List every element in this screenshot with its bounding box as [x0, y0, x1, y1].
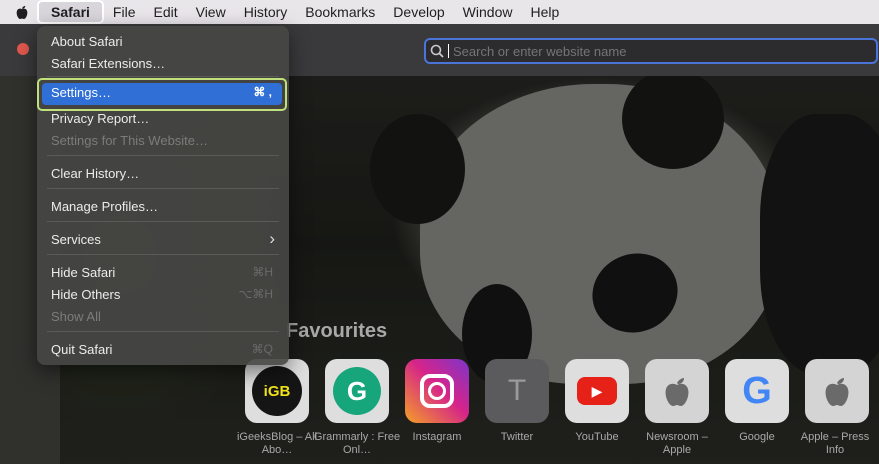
favourite-tile-apple-press-info[interactable]: [805, 359, 869, 423]
menu-separator: [47, 188, 279, 189]
favourite-label: iGeeksBlog – All Abo…: [236, 431, 318, 456]
macos-menu-bar: Safari File Edit View History Bookmarks …: [0, 0, 879, 24]
youtube-icon: ▶: [577, 377, 617, 405]
menu-separator: [47, 155, 279, 156]
quit-safari-shortcut: ⌘Q: [251, 342, 273, 356]
twitter-letter-icon: T: [507, 374, 527, 407]
instagram-icon: [420, 374, 454, 408]
google-icon: G: [742, 369, 772, 412]
menu-item-hide-safari[interactable]: Hide Safari: [51, 264, 115, 282]
menu-item-manage-profiles[interactable]: Manage Profiles…: [51, 198, 158, 216]
settings-highlight-outline: Settings… ⌘ ,: [37, 78, 287, 111]
chevron-right-icon: ›: [269, 229, 275, 248]
menu-item-hide-others[interactable]: Hide Others: [51, 286, 120, 304]
menu-separator: [47, 254, 279, 255]
favourite-label: Apple – Press Info: [800, 431, 870, 456]
favourite-label: Instagram: [412, 431, 462, 443]
settings-shortcut: ⌘ ,: [253, 85, 272, 99]
menu-file[interactable]: File: [104, 1, 145, 23]
menu-separator: [47, 76, 279, 77]
menu-item-settings-label: Settings…: [51, 85, 111, 100]
igeeksblog-icon: iGB: [252, 366, 302, 416]
menu-item-settings-for-website: Settings for This Website…: [51, 133, 209, 148]
menu-item-safari-extensions[interactable]: Safari Extensions…: [51, 55, 165, 73]
menu-edit[interactable]: Edit: [144, 1, 186, 23]
window-close-button[interactable]: [17, 43, 29, 55]
menu-history[interactable]: History: [235, 1, 297, 23]
hide-others-shortcut: ⌥⌘H: [238, 287, 274, 301]
menu-item-settings[interactable]: Settings… ⌘ ,: [42, 83, 282, 105]
favourite-tile-igeeksblog[interactable]: iGB: [245, 359, 309, 423]
menu-item-show-all: Show All: [51, 309, 101, 324]
menu-item-about-safari[interactable]: About Safari: [51, 33, 123, 51]
menu-item-privacy-report[interactable]: Privacy Report…: [51, 110, 149, 128]
apple-icon: [665, 378, 689, 406]
menu-item-services[interactable]: Services: [51, 231, 101, 249]
favourite-label: Twitter: [500, 431, 534, 443]
safari-menu-dropdown: About Safari Safari Extensions… Settings…: [37, 26, 289, 365]
favourite-tile-instagram[interactable]: [405, 359, 469, 423]
grammarly-icon: G: [333, 367, 381, 415]
hide-safari-shortcut: ⌘H: [252, 265, 273, 279]
favourite-tile-grammarly[interactable]: G: [325, 359, 389, 423]
menu-window[interactable]: Window: [454, 1, 522, 23]
favourite-label: YouTube: [575, 431, 619, 443]
menu-separator: [47, 221, 279, 222]
menu-view[interactable]: View: [187, 1, 235, 23]
search-icon: [426, 44, 448, 58]
menu-separator: [47, 331, 279, 332]
menu-develop[interactable]: Develop: [384, 1, 453, 23]
favourite-tile-newsroom-apple[interactable]: [645, 359, 709, 423]
address-input[interactable]: [449, 41, 876, 61]
apple-icon: [825, 378, 849, 406]
favourite-label: Grammarly : Free Onl…: [313, 431, 401, 456]
menu-bookmarks[interactable]: Bookmarks: [296, 1, 384, 23]
favourite-tile-twitter[interactable]: T: [485, 359, 549, 423]
favourite-tile-google[interactable]: G: [725, 359, 789, 423]
address-bar[interactable]: [424, 38, 878, 64]
favourites-heading: Favourites: [286, 320, 388, 342]
menu-item-clear-history[interactable]: Clear History…: [51, 165, 139, 183]
favourite-label: Newsroom – Apple: [646, 431, 708, 456]
menu-safari[interactable]: Safari: [37, 0, 104, 24]
menu-help[interactable]: Help: [521, 1, 568, 23]
favourite-tile-youtube[interactable]: ▶: [565, 359, 629, 423]
menu-item-quit-safari[interactable]: Quit Safari: [51, 341, 112, 359]
favourite-label: Google: [739, 431, 775, 443]
